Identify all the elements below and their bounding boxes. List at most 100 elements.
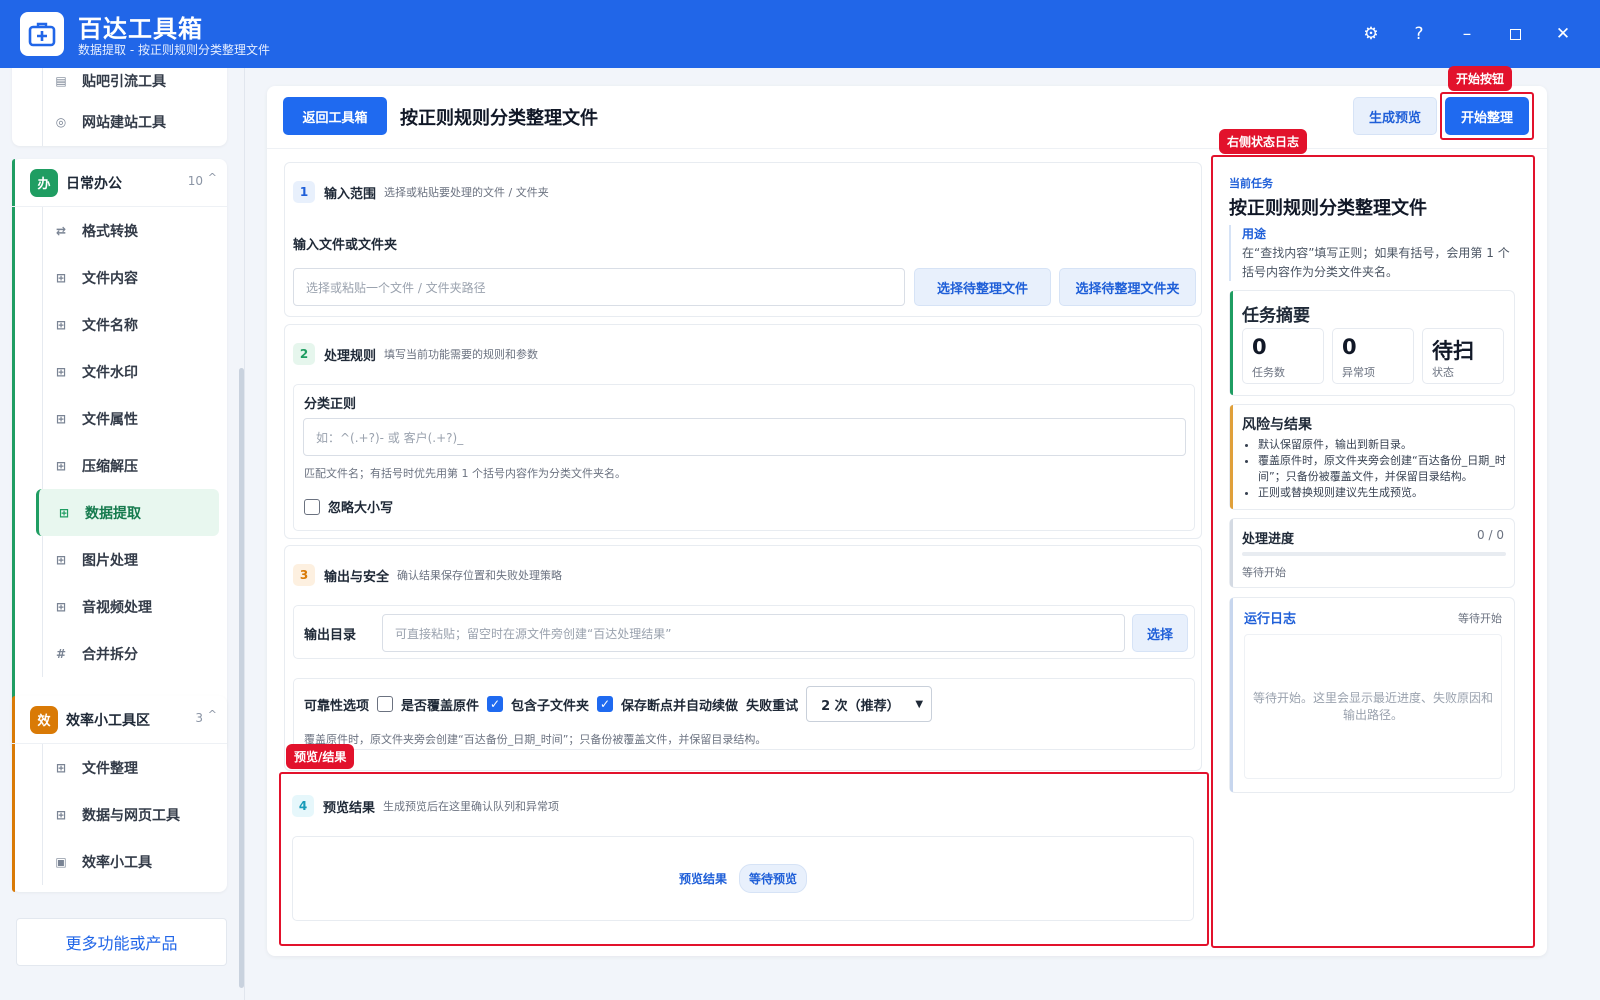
grid-icon: ⊞ <box>55 270 67 285</box>
grid-icon: ⊞ <box>55 411 67 426</box>
sidebar-scrollbar[interactable] <box>239 368 244 988</box>
stat-error-count: 0 异常项 <box>1332 328 1414 384</box>
sidebar-item-label: 网站建站工具 <box>82 115 166 131</box>
progress-card: 处理进度 0 / 0 等待开始 <box>1229 518 1515 588</box>
regex-box: 分类正则 如：^(.+?)- 或 客户(.+?)_ 匹配文件名；有括号时优先用第… <box>293 384 1195 531</box>
sidebar-item-label: 合并拆分 <box>82 646 138 663</box>
section-number: 3 <box>293 564 315 586</box>
sidebar-item-format[interactable]: ⇄ 格式转换 <box>12 207 227 254</box>
risk-card: 风险与结果 默认保留原件，输出到新目录。 覆盖原件时，原文件夹旁会创建“百达备份… <box>1229 404 1515 510</box>
chevron-up-icon[interactable]: ^ <box>208 708 217 721</box>
start-button[interactable]: 开始整理 <box>1445 97 1529 135</box>
section-title: 处理规则 <box>324 348 377 364</box>
section-title: 输出与安全 <box>324 569 390 585</box>
resume-checkbox[interactable]: ✓ <box>597 696 614 712</box>
grid-icon: ⊞ <box>55 458 67 473</box>
log-title: 运行日志 <box>1244 612 1297 627</box>
section-output: 3 输出与安全 确认结果保存位置和失败处理策略 输出目录 可直接粘贴；留空时在源… <box>284 545 1202 771</box>
sidebar-item-tieba[interactable]: ▤ 贴吧引流工具 <box>12 68 227 98</box>
retry-select[interactable]: 2 次（推荐） ▼ <box>806 686 933 722</box>
sidebar-item-data-extract[interactable]: ⊞ 数据提取 <box>36 489 219 536</box>
more-products-button[interactable]: 更多功能或产品 <box>16 918 227 966</box>
task-title: 按正则规则分类整理文件 <box>1229 198 1427 219</box>
grid-icon: ⊞ <box>55 599 67 614</box>
stat-task-count: 0 任务数 <box>1242 328 1324 384</box>
sidebar-item-website[interactable]: ◎ 网站建站工具 <box>12 98 227 146</box>
output-dir-input[interactable]: 可直接粘贴；留空时在源文件旁创建“百达处理结果” <box>382 614 1125 652</box>
ignore-case-checkbox[interactable] <box>304 498 320 515</box>
group-badge: 办 <box>30 168 58 197</box>
sidebar-group-efficiency: 效 效率小工具区 3 ^ ⊞ 文件整理 ⊞ 数据与网页工具 ▣ 效率小工具 <box>12 696 227 892</box>
title-bar: 百达工具箱 数据提取 - 按正则规则分类整理文件 ⚙ ? – ✕ <box>0 0 1600 68</box>
pick-file-button[interactable]: 选择待整理文件 <box>914 268 1051 306</box>
sidebar-item-watermark[interactable]: ⊞ 文件水印 <box>12 348 227 395</box>
sidebar-item-organize[interactable]: ⊞ 文件整理 <box>12 744 227 791</box>
task-kicker: 当前任务 <box>1229 177 1273 190</box>
sidebar-item-label: 压缩解压 <box>82 458 138 475</box>
retry-value: 2 次（推荐） <box>821 698 900 714</box>
input-path-field[interactable]: 选择或粘贴一个文件 / 文件夹路径 <box>293 268 905 306</box>
sidebar-item-label: 效率小工具 <box>82 854 152 871</box>
chevron-up-icon[interactable]: ^ <box>208 171 217 184</box>
subfolders-checkbox[interactable]: ✓ <box>487 696 504 712</box>
sidebar-item-merge[interactable]: # 合并拆分 <box>12 630 227 677</box>
subfolders-label: 包含子文件夹 <box>511 698 590 714</box>
group-title: 效率小工具区 <box>66 712 150 729</box>
output-dir-box: 输出目录 可直接粘贴；留空时在源文件旁创建“百达处理结果” 选择 <box>293 605 1195 659</box>
swap-icon: ⇄ <box>55 223 67 238</box>
risk-title: 风险与结果 <box>1242 417 1312 433</box>
section-number: 4 <box>292 795 314 817</box>
resume-label: 保存断点并自动续做 <box>621 698 739 714</box>
risk-item: 默认保留原件，输出到新目录。 <box>1258 437 1508 453</box>
group-count: 3 <box>195 711 203 725</box>
back-button[interactable]: 返回工具箱 <box>283 97 387 135</box>
output-dir-label: 输出目录 <box>304 628 357 643</box>
globe-icon: ◎ <box>55 115 67 129</box>
section-desc: 填写当前功能需要的规则和参数 <box>384 348 539 361</box>
log-status: 等待开始 <box>1458 612 1502 625</box>
preview-result-tag: 预览/结果 <box>286 744 355 769</box>
grid-icon: ⊞ <box>58 505 70 520</box>
sidebar-item-label: 贴吧引流工具 <box>82 74 166 90</box>
sidebar-item-attributes[interactable]: ⊞ 文件属性 <box>12 395 227 442</box>
sidebar-item-efficiency[interactable]: ▣ 效率小工具 <box>12 838 227 885</box>
sidebar-item-av[interactable]: ⊞ 音视频处理 <box>12 583 227 630</box>
risk-item: 覆盖原件时，原文件夹旁会创建“百达备份_日期_时间”；只备份被覆盖文件，并保留目… <box>1258 453 1508 485</box>
help-icon[interactable]: ? <box>1402 20 1436 48</box>
section-preview: 4 预览结果 生成预览后在这里确认队列和异常项 预览结果 等待预览 <box>284 777 1202 940</box>
sidebar-group-header[interactable]: 办 日常办公 10 ^ <box>12 159 227 207</box>
choose-output-button[interactable]: 选择 <box>1132 614 1188 652</box>
grid-icon: ⊞ <box>55 760 67 775</box>
sidebar-group-header[interactable]: 效 效率小工具区 3 ^ <box>12 696 227 744</box>
overwrite-checkbox[interactable] <box>377 696 394 712</box>
grid-icon: ⊞ <box>55 552 67 567</box>
sidebar-item-image[interactable]: ⊞ 图片处理 <box>12 536 227 583</box>
input-label: 输入文件或文件夹 <box>293 238 398 253</box>
reliability-hint: 覆盖原件时，原文件夹旁会创建“百达备份_日期_时间”；只备份被覆盖文件，并保留目… <box>304 733 767 746</box>
minimize-icon[interactable]: – <box>1450 20 1484 48</box>
preview-area: 预览结果 等待预览 <box>292 836 1194 921</box>
sidebar-item-content[interactable]: ⊞ 文件内容 <box>12 254 227 301</box>
pick-folder-button[interactable]: 选择待整理文件夹 <box>1059 268 1196 306</box>
chevron-down-icon: ▼ <box>915 698 924 710</box>
ignore-case-option[interactable]: 忽略大小写 <box>304 497 393 516</box>
section-number: 2 <box>293 343 315 365</box>
progress-count: 0 / 0 <box>1477 528 1504 542</box>
sidebar-item-label: 数据与网页工具 <box>82 807 180 824</box>
summary-title: 任务摘要 <box>1242 306 1310 326</box>
sidebar-item-label: 音视频处理 <box>82 599 152 616</box>
sidebar-item-data-web[interactable]: ⊞ 数据与网页工具 <box>12 791 227 838</box>
section-number: 1 <box>293 181 315 203</box>
sidebar-item-filename[interactable]: ⊞ 文件名称 <box>12 301 227 348</box>
sidebar-item-compress[interactable]: ⊞ 压缩解压 <box>12 442 227 489</box>
settings-icon[interactable]: ⚙ <box>1354 20 1388 48</box>
preview-button[interactable]: 生成预览 <box>1353 97 1437 135</box>
close-icon[interactable]: ✕ <box>1546 20 1580 48</box>
regex-hint: 匹配文件名；有括号时优先用第 1 个括号内容作为分类文件夹名。 <box>304 467 626 480</box>
usage-block: 用途 在“查找内容”填写正则；如果有括号，会用第 1 个括号内容作为分类文件夹名… <box>1229 225 1515 281</box>
reliability-box: 可靠性选项 是否覆盖原件 ✓ 包含子文件夹 ✓ 保存断点并自动续做 失败重试 2… <box>293 678 1195 750</box>
maximize-icon[interactable] <box>1498 20 1532 48</box>
regex-input[interactable]: 如：^(.+?)- 或 客户(.+?)_ <box>303 418 1186 456</box>
right-log-tag: 右侧状态日志 <box>1219 129 1308 154</box>
grid-icon: ⊞ <box>55 364 67 379</box>
